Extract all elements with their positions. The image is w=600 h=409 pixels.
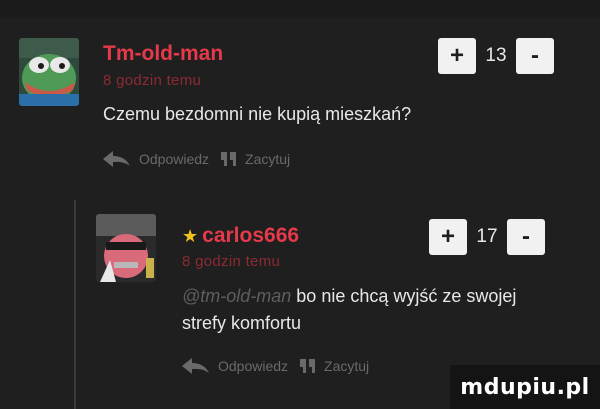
reply-arrow-icon bbox=[182, 358, 210, 374]
vote-count: 17 bbox=[476, 226, 498, 247]
watermark: mdupiu.pl bbox=[450, 365, 600, 409]
quote-label: Zacytuj bbox=[324, 358, 370, 374]
quote-button[interactable]: Zacytuj bbox=[221, 151, 290, 167]
comment-actions: Odpowiedz Zacytuj bbox=[103, 151, 290, 167]
reply-arrow-icon bbox=[103, 151, 131, 167]
reply-button[interactable]: Odpowiedz bbox=[182, 358, 288, 374]
watermark-text: mdupiu.pl bbox=[460, 374, 590, 400]
comment-author[interactable]: Tm-old-man bbox=[103, 42, 223, 66]
author-name: carlos666 bbox=[202, 224, 300, 247]
vote-widget: + 17 - bbox=[429, 219, 545, 255]
comment-text-line1: bo nie chcą wyjść ze swojej bbox=[291, 286, 517, 306]
quote-icon bbox=[221, 152, 237, 166]
comment-time: 8 godzin temu bbox=[103, 72, 202, 89]
comment-actions: Odpowiedz Zacytuj bbox=[182, 358, 369, 374]
reply-button[interactable]: Odpowiedz bbox=[103, 151, 209, 167]
reply-label: Odpowiedz bbox=[139, 151, 210, 167]
top-stripe bbox=[0, 0, 600, 18]
comment-text: @tm-old-man bo nie chcą wyjść ze swojej … bbox=[182, 283, 542, 337]
quote-label: Zacytuj bbox=[245, 151, 291, 167]
character-avatar-image bbox=[96, 214, 156, 282]
vote-widget: + 13 - bbox=[438, 38, 554, 74]
quote-button[interactable]: Zacytuj bbox=[300, 358, 369, 374]
vote-minus-button[interactable]: - bbox=[507, 219, 545, 255]
vote-minus-button[interactable]: - bbox=[516, 38, 554, 74]
star-icon: ★ bbox=[182, 226, 199, 246]
reply-label: Odpowiedz bbox=[218, 358, 289, 374]
thread-line bbox=[74, 200, 76, 409]
frog-avatar-image bbox=[19, 38, 79, 106]
vote-plus-button[interactable]: + bbox=[429, 219, 467, 255]
vote-plus-button[interactable]: + bbox=[438, 38, 476, 74]
vote-count: 13 bbox=[485, 45, 507, 66]
mention-link[interactable]: @tm-old-man bbox=[182, 286, 291, 306]
comment-author[interactable]: ★ carlos666 bbox=[182, 224, 299, 248]
comment-text-line2: strefy komfortu bbox=[182, 313, 302, 333]
comments-page: Tm-old-man 8 godzin temu + 13 - Czemu be… bbox=[0, 0, 600, 409]
avatar[interactable] bbox=[96, 214, 156, 282]
comment-time: 8 godzin temu bbox=[182, 253, 281, 270]
avatar[interactable] bbox=[19, 38, 79, 106]
comment-text: Czemu bezdomni nie kupią mieszkań? bbox=[103, 104, 412, 124]
quote-icon bbox=[300, 359, 316, 373]
